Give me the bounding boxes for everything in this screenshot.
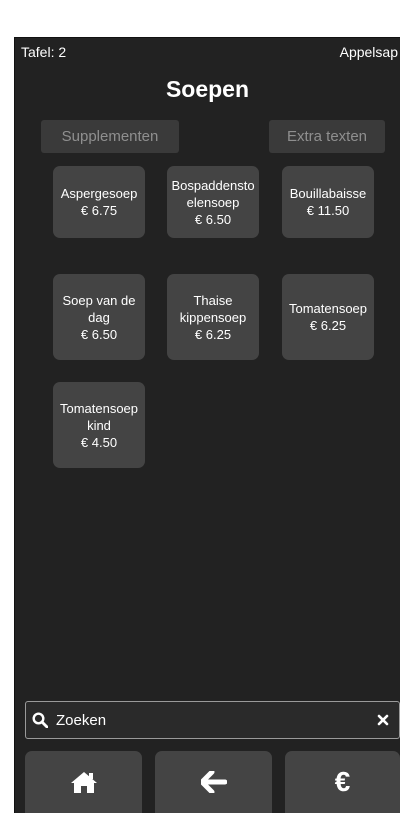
product-name: Aspergesoep (60, 186, 138, 201)
close-icon[interactable] (377, 714, 389, 726)
product-tile[interactable]: Tomatensoep kind € 4.50 (53, 382, 145, 468)
search-bar[interactable]: Zoeken (25, 701, 400, 739)
arrow-left-icon (200, 771, 227, 793)
product-name: Tomatensoep (288, 301, 368, 316)
top-bar: Tafel: 2 Appelsap (15, 44, 400, 64)
product-name: Soep van de dag (62, 292, 136, 325)
product-tile[interactable]: Bouillabaisse € 11.50 (282, 166, 374, 238)
product-name: Bospaddenstoelensoep (171, 177, 255, 210)
product-price: € 4.50 (80, 434, 118, 450)
supplements-button[interactable]: Supplementen (41, 120, 179, 153)
product-price: € 11.50 (306, 203, 350, 218)
product-price: € 6.25 (309, 318, 347, 333)
pos-screen: Tafel: 2 Appelsap Soepen Supplementen Ex… (14, 37, 400, 813)
back-button[interactable] (155, 751, 272, 813)
product-price: € 6.50 (80, 326, 118, 342)
product-name: Tomatensoep kind (59, 400, 139, 433)
product-name: Bouillabaisse (289, 186, 367, 201)
extra-texts-button[interactable]: Extra texten (269, 120, 385, 153)
product-name: Thaise kippensoep (179, 292, 247, 325)
product-tile[interactable]: Soep van de dag € 6.50 (53, 274, 145, 360)
pay-button[interactable]: € (285, 751, 400, 813)
home-icon (70, 772, 97, 793)
product-tile[interactable]: Thaise kippensoep € 6.25 (167, 274, 259, 360)
home-button[interactable] (25, 751, 142, 813)
product-price: € 6.50 (194, 211, 232, 227)
table-number: Tafel: 2 (21, 44, 67, 60)
product-tile[interactable]: Bospaddenstoelensoep € 6.50 (167, 166, 259, 238)
search-icon (32, 712, 48, 728)
last-order-item: Appelsap (339, 44, 398, 60)
product-tile[interactable]: Aspergesoep € 6.75 (53, 166, 145, 238)
product-price: € 6.25 (194, 326, 232, 342)
category-title: Soepen (165, 76, 250, 102)
search-input[interactable]: Zoeken (56, 712, 377, 729)
product-tile[interactable]: Tomatensoep € 6.25 (282, 274, 374, 360)
product-price: € 6.75 (80, 203, 118, 218)
